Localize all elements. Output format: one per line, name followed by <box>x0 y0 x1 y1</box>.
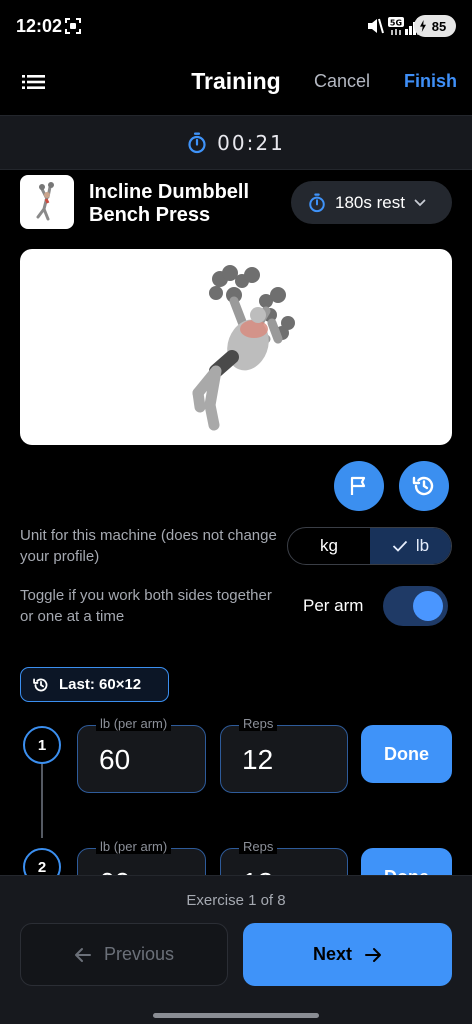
history-icon <box>33 678 48 691</box>
history-icon <box>412 476 434 496</box>
bottom-navigation-panel: Exercise 1 of 8 Previous Next <box>0 875 472 1024</box>
unit-option-label: lb <box>415 536 430 555</box>
reps-input[interactable]: Reps 12 <box>220 716 348 793</box>
unit-option-kg[interactable]: kg <box>288 528 370 564</box>
previous-button-label: Previous <box>103 944 175 964</box>
weight-input-value: 60 <box>99 744 131 775</box>
checkmark-icon <box>392 540 408 552</box>
home-indicator[interactable] <box>153 1013 319 1018</box>
last-performance-text: Last: 60×12 <box>59 676 142 693</box>
flag-button[interactable] <box>334 461 384 511</box>
reps-input-label: Reps <box>239 839 278 854</box>
last-performance-badge[interactable]: Last: 60×12 <box>20 667 169 702</box>
per-arm-description: Toggle if you work both sides together o… <box>20 587 272 625</box>
unit-description: Unit for this machine (does not change y… <box>20 527 277 565</box>
weight-input-label: lb (per arm) <box>96 716 172 731</box>
menu-button[interactable] <box>22 70 48 94</box>
set-number-badge: 1 <box>23 726 61 764</box>
per-arm-label: Per arm <box>303 596 364 615</box>
stopwatch-icon <box>309 193 325 212</box>
exercise-thumbnail[interactable] <box>20 175 74 229</box>
next-button[interactable]: Next <box>243 923 452 986</box>
done-button[interactable]: Done <box>361 725 452 783</box>
next-button-label: Next <box>312 944 352 964</box>
arrow-right-icon <box>365 947 381 962</box>
exercise-name: Incline Dumbbell Bench Press <box>89 181 250 226</box>
battery-indicator: 85 <box>414 15 456 37</box>
status-time: 12:02 <box>16 16 63 36</box>
app-header: Training Cancel Finish <box>0 56 472 112</box>
svg-text:5G: 5G <box>390 19 402 28</box>
per-arm-switch[interactable] <box>383 586 448 626</box>
rest-duration: 180s rest <box>335 192 405 212</box>
screenshot-icon <box>64 17 82 40</box>
5g-icon: 5G <box>388 16 404 41</box>
cancel-button[interactable]: Cancel <box>314 71 370 92</box>
unit-toggle: kg lb <box>287 527 452 565</box>
status-bar: 12:02 5G 85 <box>0 0 472 56</box>
chevron-down-icon <box>414 199 426 206</box>
unit-option-lb[interactable]: lb <box>370 528 451 564</box>
weight-input[interactable]: lb (per arm) 60 <box>77 716 206 793</box>
mute-icon <box>366 17 384 40</box>
switch-knob <box>413 591 443 621</box>
unit-option-label: kg <box>320 536 338 555</box>
reps-input-label: Reps <box>239 716 278 731</box>
exercise-progress: Exercise 1 of 8 <box>186 892 286 909</box>
page-title: Training <box>191 68 281 94</box>
arrow-left-icon <box>74 947 91 962</box>
reps-input-value: 12 <box>242 744 274 775</box>
list-menu-icon <box>22 75 45 89</box>
finish-button[interactable]: Finish <box>404 71 457 92</box>
previous-button[interactable]: Previous <box>20 923 228 986</box>
set-connector-line <box>41 764 43 838</box>
weight-input-label: lb (per arm) <box>96 839 172 854</box>
flag-icon <box>350 476 366 495</box>
history-button[interactable] <box>399 461 449 511</box>
rest-timer-dropdown[interactable]: 180s rest <box>291 181 452 224</box>
exercise-illustration <box>20 249 452 445</box>
stopwatch-icon <box>188 132 206 154</box>
workout-timer-bar: 00:21 <box>0 115 472 170</box>
elapsed-time: 00:21 <box>217 131 285 155</box>
